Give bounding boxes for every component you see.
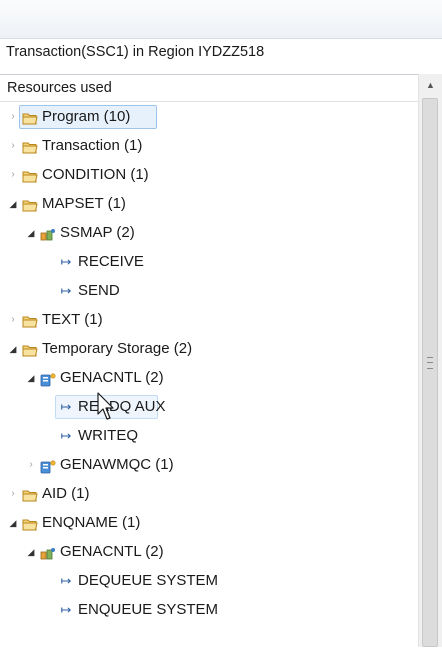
arrow-right-icon: ↦ — [60, 254, 72, 269]
tree-row[interactable]: ◢ SSMAP (2) — [0, 221, 418, 245]
arrow-right-icon: ↦ — [60, 283, 72, 298]
expanded-twisty-icon[interactable]: ◢ — [8, 192, 18, 216]
column-header-resources-used[interactable]: Resources used — [0, 75, 418, 102]
vertical-scrollbar[interactable]: ▲ — [418, 74, 442, 647]
collapsed-twisty-icon[interactable]: › — [8, 308, 18, 332]
folder-icon — [22, 487, 38, 502]
tree-item-label: ENQNAME (1) — [42, 514, 141, 531]
folder-icon — [22, 139, 38, 154]
tree-row[interactable]: › Transaction (1) — [0, 134, 418, 158]
mouse-cursor-icon — [97, 392, 114, 420]
tree-item-label: DEQUEUE SYSTEM — [78, 572, 219, 589]
tree-row[interactable]: ↦ DEQUEUE SYSTEM — [0, 569, 418, 593]
folder-icon — [22, 168, 38, 183]
folder-icon — [22, 313, 38, 328]
grip-icon — [427, 357, 433, 369]
tree-item-label: MAPSET (1) — [42, 195, 126, 212]
tree-item-label: Program (10) — [42, 108, 131, 125]
folder-icon — [22, 110, 38, 125]
tree-row[interactable]: ◢ GENACNTL (2) — [0, 366, 418, 390]
folder-icon — [22, 342, 38, 357]
resource-tree[interactable]: › Program (10) › Transaction (1) › CONDITION … — [0, 105, 418, 648]
tree-item-label: SSMAP (2) — [60, 224, 135, 241]
resource-icon — [40, 226, 56, 241]
resources-tree-panel: Resources used › Program (10) › Transaction… — [0, 74, 442, 648]
tree-item-label: ENQUEUE SYSTEM — [78, 601, 219, 618]
tree-item-label: WRITEQ — [78, 427, 138, 444]
tree-row[interactable]: › AID (1) — [0, 482, 418, 506]
tree-row[interactable]: ↦ SEND — [0, 279, 418, 303]
view-title: Transaction(SSC1) in Region IYDZZ518 — [6, 44, 265, 60]
arrow-right-icon: ↦ — [60, 602, 72, 617]
tree-item-label: GENACNTL (2) — [60, 369, 164, 386]
tree-row[interactable]: ↦ RECEIVE — [0, 250, 418, 274]
tree-item-label: SEND — [78, 282, 120, 299]
folder-icon — [22, 516, 38, 531]
expanded-twisty-icon[interactable]: ◢ — [26, 540, 36, 564]
tree-item-label: READQ AUX — [78, 398, 166, 415]
tree-row[interactable]: › Program (10) — [0, 105, 418, 129]
collapsed-twisty-icon[interactable]: › — [26, 453, 36, 477]
expanded-twisty-icon[interactable]: ◢ — [8, 511, 18, 535]
scroll-up-arrow-icon[interactable]: ▲ — [419, 74, 442, 96]
tree-item-label: AID (1) — [42, 485, 90, 502]
tree-item-label: RECEIVE — [78, 253, 144, 270]
resource-icon — [40, 545, 56, 560]
tree-row[interactable]: ◢ MAPSET (1) — [0, 192, 418, 216]
expanded-twisty-icon[interactable]: ◢ — [8, 337, 18, 361]
tree-row[interactable]: ◢ GENACNTL (2) — [0, 540, 418, 564]
arrow-right-icon: ↦ — [60, 573, 72, 588]
expanded-twisty-icon[interactable]: ◢ — [26, 221, 36, 245]
tree-item-label: GENAWMQC (1) — [60, 456, 174, 473]
tree-row[interactable]: ↦ ENQUEUE SYSTEM — [0, 598, 418, 622]
collapsed-twisty-icon[interactable]: › — [8, 482, 18, 506]
tree-row[interactable]: › TEXT (1) — [0, 308, 418, 332]
folder-icon — [22, 197, 38, 212]
tree-item-label: Transaction (1) — [42, 137, 143, 154]
scrollbar-thumb[interactable] — [422, 98, 438, 647]
ts-queue-icon — [40, 458, 56, 474]
tree-row[interactable]: ↦ WRITEQ — [0, 424, 418, 448]
tree-row[interactable]: ◢ ENQNAME (1) — [0, 511, 418, 535]
view-toolbar — [0, 0, 442, 39]
tree-item-label: GENACNTL (2) — [60, 543, 164, 560]
tree-row[interactable]: › GENAWMQC (1) — [0, 453, 418, 477]
ts-queue-icon — [40, 371, 56, 387]
collapsed-twisty-icon[interactable]: › — [8, 105, 18, 129]
collapsed-twisty-icon[interactable]: › — [8, 163, 18, 187]
tree-item-label: Temporary Storage (2) — [42, 340, 193, 357]
tree-item-label: CONDITION (1) — [42, 166, 149, 183]
tree-row[interactable]: ◢ Temporary Storage (2) — [0, 337, 418, 361]
arrow-right-icon: ↦ — [60, 399, 72, 414]
collapsed-twisty-icon[interactable]: › — [8, 134, 18, 158]
expanded-twisty-icon[interactable]: ◢ — [26, 366, 36, 390]
tree-row[interactable]: ↦ READQ AUX — [0, 395, 418, 419]
arrow-right-icon: ↦ — [60, 428, 72, 443]
tree-row[interactable]: › CONDITION (1) — [0, 163, 418, 187]
tree-item-label: TEXT (1) — [42, 311, 103, 328]
